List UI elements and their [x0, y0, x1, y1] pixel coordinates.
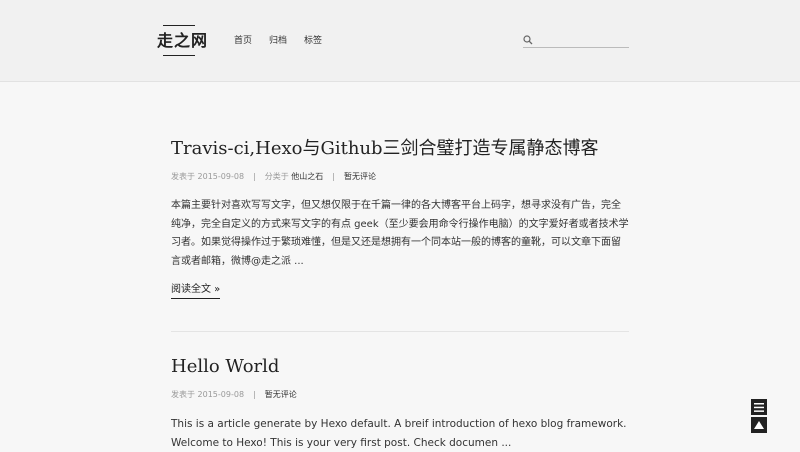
- read-more-link[interactable]: 阅读全文 »: [171, 284, 221, 299]
- post-excerpt: This is a article generate by Hexo defau…: [171, 418, 627, 449]
- nav-item-archives[interactable]: 归档: [269, 35, 287, 47]
- post-title[interactable]: Hello World: [171, 355, 629, 379]
- main-nav: 首页 归档 标签: [234, 35, 322, 47]
- post-meta: 发表于 2015-09-08 | 分类于 他山之石 | 暂无评论: [171, 171, 629, 183]
- site-logo[interactable]: 走之网: [157, 32, 208, 50]
- meta-separator: |: [332, 172, 335, 181]
- search-box: [523, 34, 629, 48]
- post-meta: 发表于 2015-09-08 | 暂无评论: [171, 389, 629, 401]
- logo-rule-top: [163, 25, 195, 26]
- meta-separator: |: [253, 172, 256, 181]
- category-prefix: 分类于: [264, 172, 289, 181]
- site-header: 走之网 首页 归档 标签: [0, 0, 800, 82]
- back-to-top-button[interactable]: [751, 417, 767, 433]
- post-comments[interactable]: 暂无评论: [265, 390, 297, 399]
- nav-item-home[interactable]: 首页: [234, 35, 252, 47]
- post-excerpt: 本篇主要针对喜欢写写文字，但又想仅限于在千篇一律的各大博客平台上码字，想寻求没有…: [171, 200, 629, 267]
- arrow-up-icon: [754, 421, 764, 429]
- post-card: Travis-ci,Hexo与Github三剑合璧打造专属静态博客 发表于 20…: [171, 137, 629, 299]
- post-category[interactable]: 他山之石: [291, 172, 323, 181]
- menu-button[interactable]: [751, 399, 767, 415]
- logo-rule-bottom: [163, 55, 195, 56]
- menu-icon: [754, 402, 764, 412]
- post-date: 发表于 2015-09-08: [171, 172, 245, 181]
- post-comments[interactable]: 暂无评论: [344, 172, 376, 181]
- post-date: 发表于 2015-09-08: [171, 390, 245, 399]
- search-icon[interactable]: [523, 35, 533, 45]
- post-title[interactable]: Travis-ci,Hexo与Github三剑合璧打造专属静态博客: [171, 137, 629, 161]
- search-input[interactable]: [537, 34, 627, 46]
- post-divider: [171, 331, 629, 332]
- nav-item-tags[interactable]: 标签: [304, 35, 322, 47]
- meta-separator: |: [253, 390, 256, 399]
- post-card: Hello World 发表于 2015-09-08 | 暂无评论 This is …: [171, 355, 629, 452]
